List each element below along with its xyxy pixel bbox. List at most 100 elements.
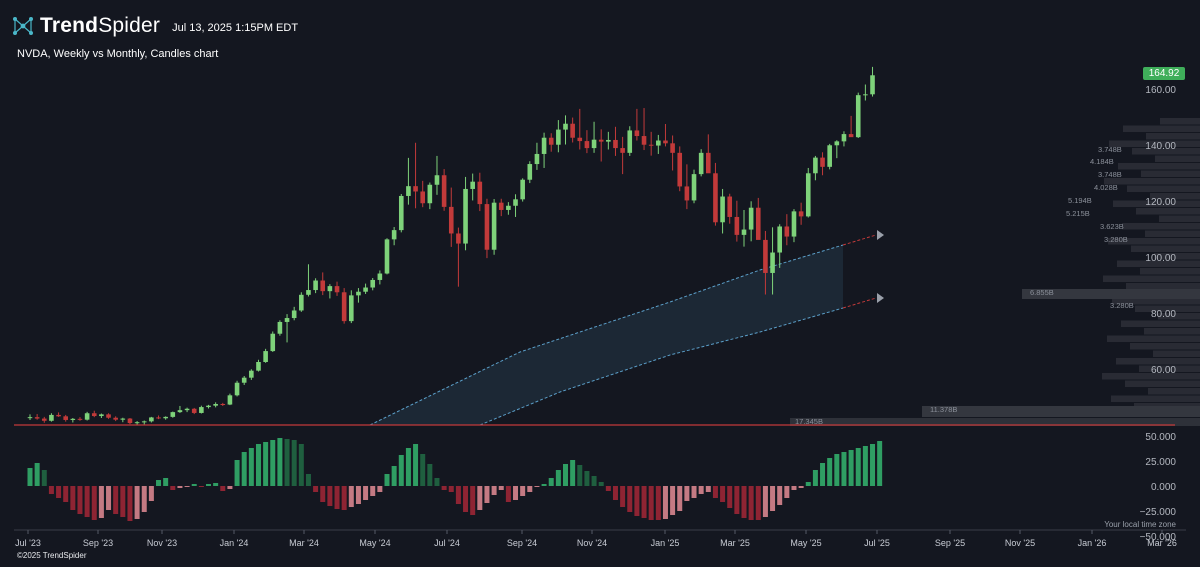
volume-profile-bar (1131, 245, 1200, 252)
oscillator-bar (106, 486, 112, 510)
candle-body (134, 422, 140, 424)
candle-body (184, 408, 190, 411)
candle-body (648, 144, 654, 146)
volume-profile-bar (1116, 358, 1200, 365)
oscillator-bar (870, 444, 876, 486)
candle-body (277, 321, 283, 334)
oscillator-bar (405, 448, 411, 486)
time-axis-tick: Jul '23 (15, 538, 41, 548)
candle-body (784, 226, 790, 237)
volume-profile-label: 3.748B (1098, 170, 1122, 179)
price-axis-tick: 140.00 (1145, 141, 1176, 152)
candle-body (156, 417, 161, 419)
volume-profile-label: 3.623B (1100, 222, 1124, 231)
oscillator-bar (598, 482, 604, 486)
volume-profile-bar (1148, 388, 1200, 395)
oscillator-bar (805, 482, 811, 486)
candle-body (477, 181, 483, 205)
candle-body (99, 414, 104, 417)
oscillator-bar (320, 486, 326, 502)
oscillator-bar (612, 486, 618, 500)
oscillator-bar (427, 464, 433, 486)
candle-body (63, 416, 68, 420)
oscillator-bar (34, 463, 40, 486)
oscillator-bar (234, 460, 240, 486)
time-axis-tick: Sep '25 (935, 538, 965, 548)
oscillator-bar (127, 486, 133, 521)
volume-profile-bar (1146, 133, 1200, 140)
oscillator-bar (855, 448, 861, 486)
oscillator-bar (741, 486, 747, 518)
candle-body (163, 416, 168, 419)
oscillator-bar (634, 486, 640, 516)
candle-body (434, 175, 440, 185)
volume-profile-bar (1122, 223, 1200, 230)
volume-profile-bar (1155, 155, 1200, 162)
oscillator-bar (191, 484, 197, 486)
oscillator-bar (41, 470, 47, 486)
candle-body (541, 137, 547, 154)
oscillator-bar (98, 486, 104, 518)
time-axis-tick: Nov '24 (577, 538, 607, 548)
candle-body (506, 205, 511, 210)
oscillator-bar (156, 480, 162, 486)
oscillator-bar (113, 486, 119, 514)
oscillator-bar (820, 463, 826, 486)
oscillator-bar (413, 444, 419, 486)
oscillator-bar (684, 486, 690, 501)
oscillator-axis-tick: 50.000 (1145, 432, 1176, 443)
oscillator-bar (163, 478, 169, 486)
candle-body (70, 418, 76, 420)
candle-body (56, 414, 61, 417)
oscillator-bar (770, 486, 776, 511)
candle-body (356, 291, 361, 296)
candle-body (848, 134, 854, 138)
oscillator-bar (327, 486, 333, 506)
oscillator-bar (720, 486, 726, 502)
volume-profile-label: 4.028B (1094, 183, 1118, 192)
time-axis-tick: Jan '26 (1078, 538, 1107, 548)
oscillator-bar (591, 476, 597, 486)
time-axis-tick: Nov '23 (147, 538, 177, 548)
oscillator-bar (762, 486, 768, 517)
candle-body (470, 181, 475, 189)
time-axis-tick: Nov '25 (1005, 538, 1035, 548)
candle-body (663, 140, 668, 144)
candle-body (755, 207, 761, 240)
volume-profile-bar (1145, 230, 1200, 237)
candle-body (234, 382, 240, 396)
candle-body (520, 179, 525, 200)
last-price-badge: 164.92 (1143, 67, 1185, 80)
price-chart[interactable]: 3.748B 4.184B 3.748B 4.028B5.194B 5.215B 3.62… (0, 0, 1200, 567)
candle-body (320, 280, 326, 292)
candle-body (870, 75, 875, 95)
oscillator-bar (348, 486, 354, 507)
volume-profile-bar (1125, 380, 1200, 387)
oscillator-bar (570, 460, 576, 486)
candle-body (363, 287, 368, 292)
candle-body (591, 139, 597, 149)
oscillator-bar (305, 474, 311, 486)
oscillator-bar (48, 486, 54, 494)
candle-body (606, 139, 611, 142)
oscillator-bar (248, 448, 254, 486)
oscillator-bar (255, 444, 261, 486)
oscillator-bar (355, 486, 361, 504)
oscillator-bar (213, 483, 219, 486)
oscillator-axis-tick: 0.000 (1151, 482, 1176, 493)
oscillator-bar (712, 486, 718, 498)
oscillator-bar (798, 486, 804, 488)
candle-body (291, 310, 297, 319)
candle-body (49, 414, 54, 421)
time-axis-tick: Jan '24 (220, 538, 249, 548)
oscillator-bar (56, 486, 62, 498)
candle-body (813, 157, 818, 174)
oscillator-bar (291, 440, 297, 486)
price-axis-tick: 80.00 (1151, 309, 1176, 320)
candle-body (413, 186, 418, 192)
oscillator-bar (627, 486, 633, 512)
oscillator-bar (241, 452, 247, 486)
candle-body (748, 207, 754, 230)
candle-body (727, 196, 733, 217)
candle-body (534, 153, 540, 165)
